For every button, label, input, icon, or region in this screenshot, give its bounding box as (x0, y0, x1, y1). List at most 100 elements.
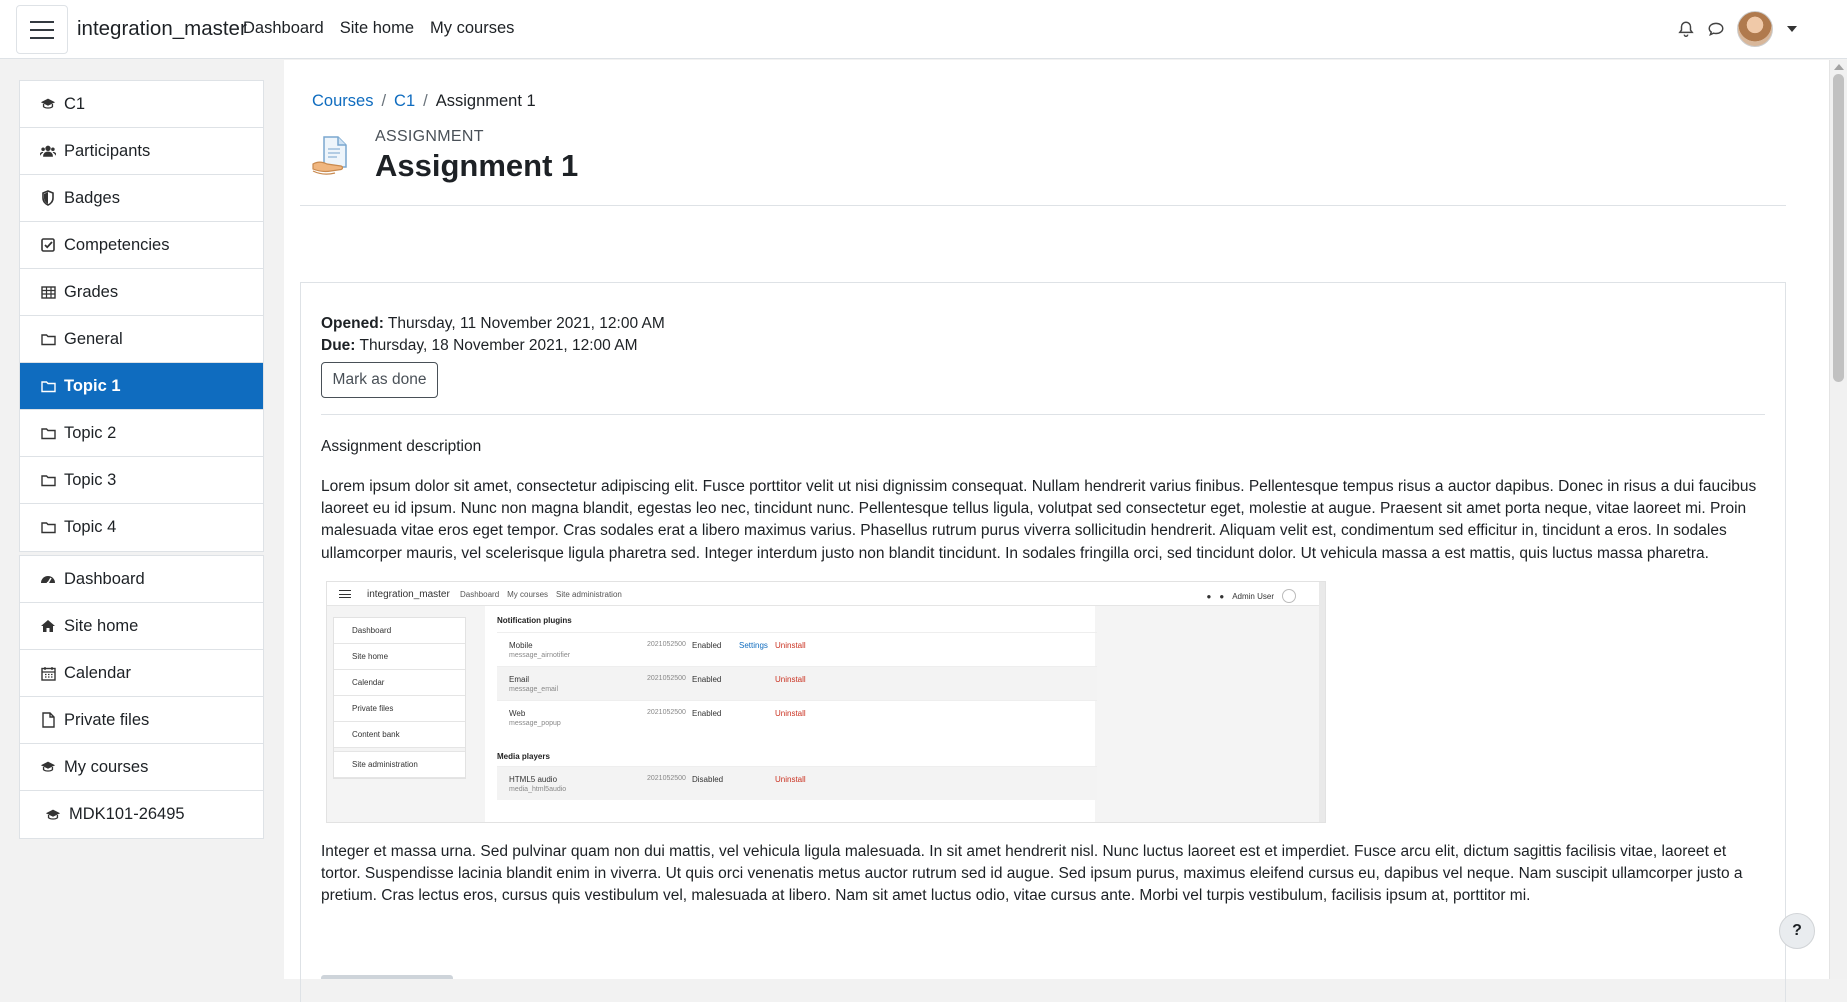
shot-row: Email message_email 2021052500 Enabled U… (497, 666, 1097, 700)
shield-icon (40, 190, 56, 206)
drawer-item-label: Topic 1 (64, 376, 121, 395)
shot-brand: integration_master (367, 589, 450, 600)
shot-side-item: Calendar (334, 670, 465, 696)
menu-toggle-button[interactable] (16, 5, 68, 54)
tachometer-icon (40, 571, 56, 587)
page-content: Courses / C1 / Assignment 1 ASSIGNMENT A… (284, 60, 1829, 1002)
drawer-item-site-home[interactable]: Site home (20, 603, 263, 650)
shot-side-item: Site administration (334, 752, 465, 778)
drawer-item-badges[interactable]: Badges (20, 175, 263, 222)
scrollbar-thumb[interactable] (1833, 74, 1844, 382)
header-divider (300, 205, 1786, 206)
shot-sidebar: Dashboard Site home Calendar Private fil… (333, 617, 466, 779)
shot-link: Site administration (556, 590, 622, 599)
chat-icon: ● (1219, 591, 1225, 601)
breadcrumb-c1[interactable]: C1 (394, 92, 415, 111)
shot-side-item: Site home (334, 644, 465, 670)
activity-dates: Opened: Thursday, 11 November 2021, 12:0… (321, 313, 665, 357)
page-scrollbar[interactable] (1829, 60, 1847, 979)
avatar (1282, 589, 1296, 603)
course-nav-group: C1 Participants Badges Competencies Grad… (19, 80, 264, 552)
chat-icon[interactable] (1707, 20, 1725, 38)
nav-link-my-courses[interactable]: My courses (430, 19, 514, 38)
activity-region: Opened: Thursday, 11 November 2021, 12:0… (300, 282, 1786, 1002)
shot-navbar: integration_master Dashboard My courses … (327, 582, 1325, 606)
description-heading: Assignment description (321, 438, 482, 455)
shot-side-item: Dashboard (334, 618, 465, 644)
calendar-icon (40, 665, 56, 681)
description-paragraph-1: Lorem ipsum dolor sit amet, consectetur … (321, 478, 1757, 562)
folder-icon (40, 331, 56, 347)
drawer-item-mdk101-26495[interactable]: MDK101-26495 (20, 791, 263, 838)
section-divider (321, 414, 1765, 415)
drawer-item-c1[interactable]: C1 (20, 81, 263, 128)
bell-icon[interactable] (1677, 20, 1695, 38)
drawer-item-topic-1[interactable]: Topic 1 (20, 363, 263, 410)
primary-nav: Dashboard Site home My courses (243, 19, 514, 38)
shot-side-item: Content bank (334, 722, 465, 748)
drawer-item-my-courses[interactable]: My courses (20, 744, 263, 791)
assignment-icon (310, 133, 356, 179)
submission-button-peek[interactable] (321, 975, 453, 979)
drawer-item-dashboard[interactable]: Dashboard (20, 556, 263, 603)
file-icon (40, 712, 56, 728)
help-button[interactable]: ? (1779, 913, 1815, 949)
site-brand[interactable]: integration_master (77, 17, 247, 41)
page-title: Assignment 1 (375, 148, 579, 183)
breadcrumb-separator: / (381, 92, 387, 110)
check-square-icon (40, 237, 56, 253)
drawer-item-label: Topic 2 (64, 423, 117, 442)
drawer-item-label: MDK101-26495 (69, 805, 185, 823)
due-date: Due: Thursday, 18 November 2021, 12:00 A… (321, 337, 638, 354)
nav-link-site-home[interactable]: Site home (340, 19, 414, 38)
nav-drawer: C1 Participants Badges Competencies Grad… (0, 60, 284, 979)
hamburger-icon (30, 36, 54, 39)
home-icon (40, 618, 56, 634)
drawer-item-general[interactable]: General (20, 316, 263, 363)
shot-links: Dashboard My courses Site administration (460, 590, 622, 599)
user-avatar[interactable] (1737, 11, 1773, 47)
scroll-up-arrow-icon[interactable] (1834, 64, 1844, 70)
hamburger-icon (339, 590, 351, 598)
folder-icon (40, 472, 56, 488)
nav-link-dashboard[interactable]: Dashboard (243, 19, 324, 38)
drawer-item-label: Topic 3 (64, 470, 117, 489)
folder-icon (40, 378, 56, 394)
shot-user: ● ● Admin User (1207, 589, 1296, 603)
folder-icon (40, 425, 56, 441)
drawer-item-participants[interactable]: Participants (20, 128, 263, 175)
drawer-item-calendar[interactable]: Calendar (20, 650, 263, 697)
hamburger-icon (30, 28, 54, 31)
drawer-item-label: Participants (64, 141, 151, 160)
breadcrumb-current: Assignment 1 (435, 92, 536, 110)
drawer-item-competencies[interactable]: Competencies (20, 222, 263, 269)
drawer-item-topic-2[interactable]: Topic 2 (20, 410, 263, 457)
shot-content: Notification plugins Mobile message_airn… (485, 606, 1097, 822)
drawer-item-label: Private files (64, 710, 150, 729)
shot-scrollbar (1319, 582, 1325, 822)
breadcrumb-courses[interactable]: Courses (312, 92, 373, 111)
graduation-cap-icon (40, 759, 56, 775)
folder-icon (40, 520, 56, 536)
drawer-item-label: Site home (64, 616, 139, 635)
mark-as-done-button[interactable]: Mark as done (321, 362, 438, 398)
drawer-item-label: Badges (64, 188, 120, 207)
breadcrumb-separator: / (423, 92, 428, 110)
top-navbar: integration_master Dashboard Site home M… (0, 0, 1847, 59)
description-paragraph-2: Integer et massa urna. Sed pulvinar quam… (321, 843, 1743, 905)
drawer-item-label: Competencies (64, 235, 170, 254)
drawer-item-topic-3[interactable]: Topic 3 (20, 457, 263, 504)
user-area (1677, 10, 1797, 48)
chevron-down-icon[interactable] (1787, 26, 1797, 32)
drawer-item-label: Grades (64, 282, 119, 301)
drawer-item-grades[interactable]: Grades (20, 269, 263, 316)
drawer-item-label: General (64, 329, 123, 348)
drawer-item-label: My courses (64, 757, 149, 776)
table-icon (40, 284, 56, 300)
drawer-item-private-files[interactable]: Private files (20, 697, 263, 744)
drawer-item-topic-4[interactable]: Topic 4 (20, 504, 263, 551)
bell-icon: ● (1206, 591, 1212, 601)
drawer-item-label: C1 (64, 94, 86, 113)
breadcrumb: Courses / C1 / Assignment 1 (312, 92, 536, 111)
opened-date: Opened: Thursday, 11 November 2021, 12:0… (321, 315, 665, 332)
